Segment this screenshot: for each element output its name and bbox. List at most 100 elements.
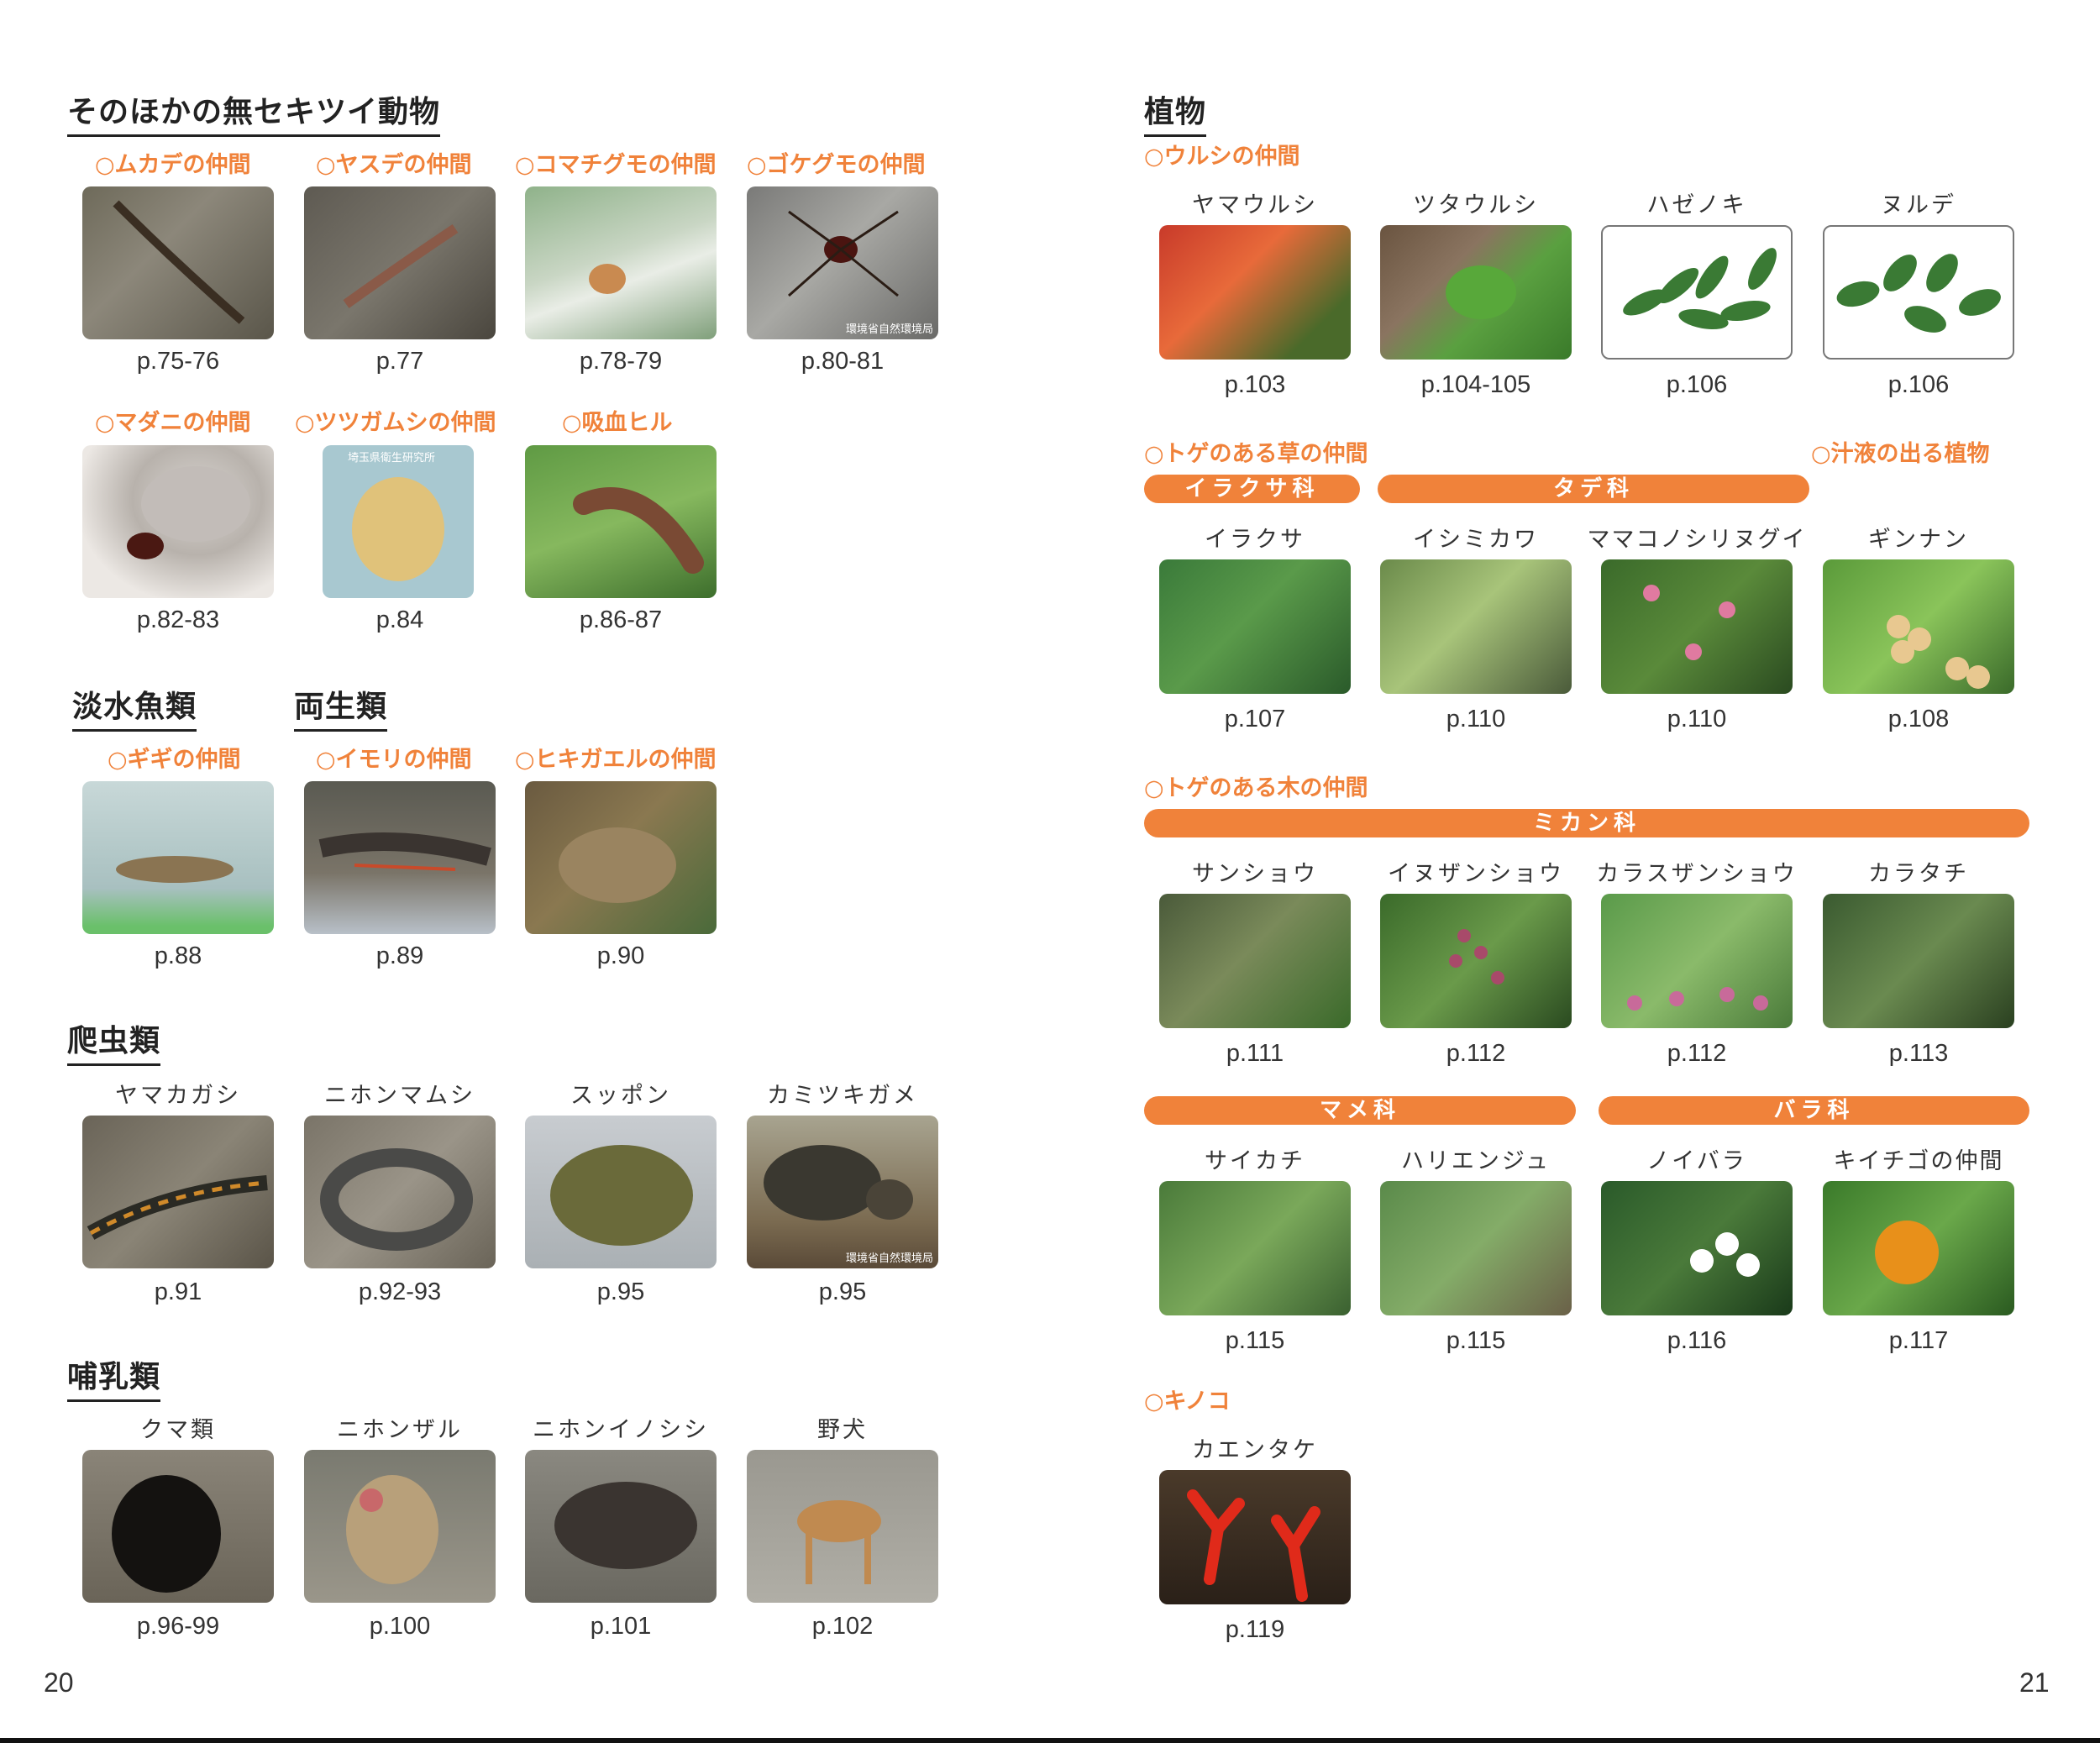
label-centipede: ○ムカデの仲間: [95, 152, 251, 178]
photo-sac-spider: [525, 186, 717, 339]
photo-chigger: 埼玉県衛生研究所: [323, 445, 474, 598]
label-toad: ○ヒキガエルの仲間: [515, 747, 717, 773]
label-widow-spider: ○ゴケグモの仲間: [747, 152, 926, 178]
bar-rosaceae: バラ科: [1599, 1096, 2029, 1125]
label-thorny-trees: ○トゲのある木の仲間: [1144, 775, 1368, 801]
label-yamaurushi: ヤマウルシ: [1192, 192, 1318, 218]
page-ref: p.116: [1667, 1327, 1727, 1354]
label-wild-boar: ニホンイノシシ: [533, 1417, 709, 1443]
label-sansho: サンショウ: [1192, 861, 1318, 887]
label-irakusa: イラクサ: [1205, 527, 1305, 553]
page-ref: p.82-83: [136, 606, 220, 633]
photo-irakusa: [1159, 559, 1351, 694]
page-ref: p.77: [375, 348, 424, 375]
label-saikachi: サイカチ: [1205, 1148, 1305, 1174]
heading-freshwater-fish: 淡水魚類: [72, 682, 197, 732]
bottom-rule: [0, 1738, 2100, 1743]
photo-macaque: [304, 1450, 496, 1603]
page-ref: p.101: [590, 1613, 652, 1640]
page-ref: p.107: [1224, 706, 1286, 732]
page-ref: p.112: [1446, 1040, 1506, 1067]
photo-feral-dog: [747, 1450, 938, 1603]
bar-polygonaceae: タデ科: [1378, 475, 1809, 503]
photo-ishimikawa: [1380, 559, 1572, 694]
photo-saikachi: [1159, 1181, 1351, 1315]
heading-invertebrates: そのほかの無セキツイ動物: [67, 87, 441, 137]
label-bears: クマ類: [140, 1417, 216, 1443]
photo-kaentake: [1159, 1470, 1351, 1604]
page-ref: p.92-93: [358, 1278, 442, 1305]
photo-ginnan: [1823, 559, 2014, 694]
page-ref: p.96-99: [136, 1613, 220, 1640]
photo-inuzansho: [1380, 894, 1572, 1028]
label-tiger-keelback: ヤマカガシ: [115, 1083, 241, 1109]
photo-softshell-turtle: [525, 1116, 717, 1268]
photo-sansho: [1159, 894, 1351, 1028]
photo-mamushi: [304, 1116, 496, 1268]
page-ref: p.117: [1888, 1327, 1949, 1354]
label-softshell-turtle: スッポン: [570, 1083, 671, 1109]
label-macaque: ニホンザル: [337, 1417, 463, 1443]
photo-centipede: [82, 186, 274, 339]
heading-plants: 植物: [1144, 87, 1207, 137]
page-ref: p.110: [1446, 706, 1506, 732]
label-urushi-group: ○ウルシの仲間: [1144, 144, 1300, 170]
page-ref: p.78-79: [579, 348, 663, 375]
page-number-left: 20: [44, 1667, 74, 1698]
label-leech: ○吸血ヒル: [562, 410, 673, 436]
photo-yamaurushi: [1159, 225, 1351, 360]
photo-karasuzansho: [1601, 894, 1793, 1028]
page-number-right: 21: [2019, 1667, 2050, 1698]
page-ref: p.103: [1224, 371, 1286, 398]
label-noibara: ノイバラ: [1646, 1148, 1747, 1174]
label-mamakonoshirinugui: ママコノシリヌグイ: [1587, 527, 1807, 553]
photo-tiger-keelback: [82, 1116, 274, 1268]
page-ref: p.112: [1667, 1040, 1727, 1067]
photo-credit: 環境省自然環境局: [845, 1252, 933, 1265]
label-ginnan: ギンナン: [1868, 527, 1969, 553]
bar-rutaceae: ミカン科: [1144, 809, 2029, 837]
page-ref: p.89: [375, 942, 424, 969]
photo-bagrid: [82, 781, 274, 934]
photo-newt: [304, 781, 496, 934]
page-ref: p.100: [369, 1613, 431, 1640]
label-millipede: ○ヤスデの仲間: [316, 152, 472, 178]
label-ishimikawa: イシミカワ: [1413, 527, 1539, 553]
label-sac-spider: ○コマチグモの仲間: [515, 152, 717, 178]
bar-fabaceae: マメ科: [1144, 1096, 1576, 1125]
label-chigger: ○ツツガムシの仲間: [295, 410, 496, 436]
label-snapping-turtle: カミツキガメ: [767, 1083, 918, 1109]
page-ref: p.86-87: [579, 606, 663, 633]
label-karasuzansho: カラスザンショウ: [1596, 861, 1798, 887]
photo-bear: [82, 1450, 274, 1603]
photo-karatachi: [1823, 894, 2014, 1028]
photo-credit: 環境省自然環境局: [845, 323, 933, 336]
photo-tsutaurushi: [1380, 225, 1572, 360]
label-sap-plants: ○汁液の出る植物: [1811, 441, 1990, 467]
photo-millipede: [304, 186, 496, 339]
bar-urticaceae: イラクサ科: [1144, 475, 1360, 503]
page-ref: p.106: [1887, 371, 1950, 398]
label-inuzansho: イヌザンショウ: [1388, 861, 1564, 887]
photo-leech: [525, 445, 717, 598]
label-karatachi: カラタチ: [1868, 861, 1969, 887]
photo-toad: [525, 781, 717, 934]
photo-kiichigo: [1823, 1181, 2014, 1315]
page-ref: p.90: [596, 942, 645, 969]
page-ref: p.84: [375, 606, 424, 633]
label-kiichigo: キイチゴの仲間: [1833, 1148, 2004, 1174]
page-ref: p.108: [1887, 706, 1950, 732]
label-tick: ○マダニの仲間: [95, 410, 251, 436]
label-newt: ○イモリの仲間: [316, 747, 472, 773]
photo-snapping-turtle: 環境省自然環境局: [747, 1116, 938, 1268]
page-ref: p.88: [154, 942, 202, 969]
page-ref: p.91: [154, 1278, 202, 1305]
photo-harienju: [1380, 1181, 1572, 1315]
label-mamushi: ニホンマムシ: [324, 1083, 475, 1109]
page-ref: p.80-81: [801, 348, 885, 375]
label-tsutaurushi: ツタウルシ: [1413, 192, 1539, 218]
photo-wild-boar: [525, 1450, 717, 1603]
label-thorny-herbs: ○トゲのある草の仲間: [1144, 441, 1368, 467]
label-harienju: ハリエンジュ: [1400, 1148, 1551, 1174]
photo-credit: 埼玉県衛生研究所: [348, 452, 436, 465]
